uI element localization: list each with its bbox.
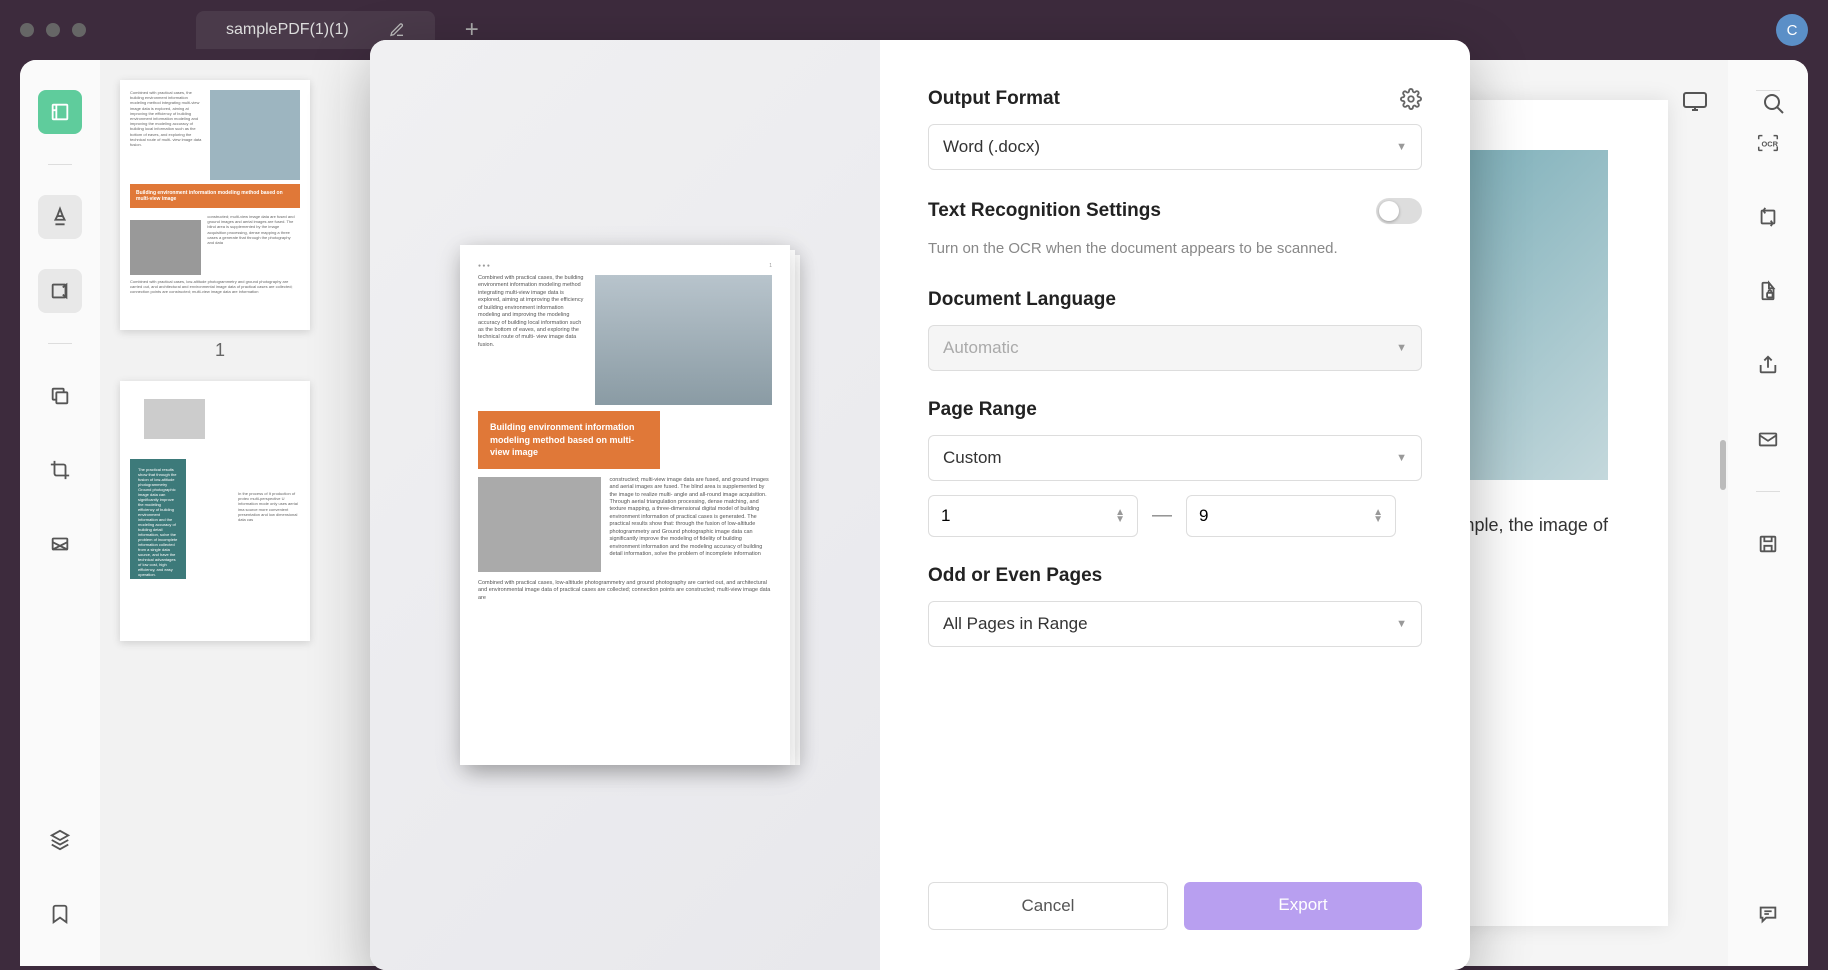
save-tool[interactable] bbox=[1746, 522, 1790, 566]
page-range-select[interactable]: Custom ▼ bbox=[928, 435, 1422, 481]
page-thumbnail[interactable]: The practical results show that through … bbox=[120, 381, 320, 641]
user-avatar[interactable]: C bbox=[1776, 14, 1808, 46]
mail-tool[interactable] bbox=[1746, 417, 1790, 461]
minimize-window-button[interactable] bbox=[46, 23, 60, 37]
comment-tool[interactable] bbox=[1746, 892, 1790, 936]
preview-heading: Building environment information modelin… bbox=[478, 411, 660, 469]
thumb-heading: Building environment information modelin… bbox=[130, 184, 300, 208]
page-from-input[interactable]: 1 ▲ ▼ bbox=[928, 495, 1138, 537]
svg-text:OCR: OCR bbox=[1762, 140, 1779, 149]
sign-tool[interactable] bbox=[38, 269, 82, 313]
chevron-down-icon: ▼ bbox=[1396, 342, 1407, 354]
output-format-label: Output Format bbox=[928, 88, 1060, 110]
thumbnails-tool[interactable] bbox=[38, 90, 82, 134]
bookmark-tool[interactable] bbox=[38, 892, 82, 936]
export-form: Output Format Word (.docx) ▼ Text Recogn… bbox=[880, 40, 1470, 970]
toolbar-separator bbox=[48, 343, 72, 344]
ocr-label: Text Recognition Settings bbox=[928, 200, 1161, 222]
share-tool[interactable] bbox=[1746, 343, 1790, 387]
copy-tool[interactable] bbox=[38, 374, 82, 418]
crop-tool[interactable] bbox=[38, 448, 82, 492]
thumbnails-panel: Combined with practical cases, the build… bbox=[100, 60, 340, 966]
select-value: Custom bbox=[943, 448, 1002, 468]
thumb-page-number: 1 bbox=[120, 340, 320, 361]
scrollbar[interactable] bbox=[1720, 440, 1726, 490]
preview-text: Combined with practical cases, low-altit… bbox=[478, 580, 772, 602]
toolbar-separator bbox=[48, 164, 72, 165]
toolbar-separator bbox=[1756, 491, 1780, 492]
export-preview: ● ● ●1 Combined with practical cases, th… bbox=[370, 40, 880, 970]
settings-icon[interactable] bbox=[1400, 88, 1422, 110]
page-from-value: 1 bbox=[941, 506, 950, 526]
odd-even-label: Odd or Even Pages bbox=[928, 565, 1422, 587]
chevron-down-icon: ▼ bbox=[1396, 618, 1407, 630]
select-value: All Pages in Range bbox=[943, 614, 1088, 634]
rotate-tool[interactable] bbox=[1746, 195, 1790, 239]
edit-icon[interactable] bbox=[389, 22, 405, 38]
chevron-down-icon: ▼ bbox=[1396, 452, 1407, 464]
fullscreen-window-button[interactable] bbox=[72, 23, 86, 37]
chevron-down-icon: ▼ bbox=[1396, 141, 1407, 153]
window-controls bbox=[20, 23, 86, 37]
presentation-icon[interactable] bbox=[1682, 90, 1708, 112]
lock-file-tool[interactable] bbox=[1746, 269, 1790, 313]
range-separator: — bbox=[1152, 504, 1172, 527]
ocr-tool[interactable]: OCR bbox=[1746, 121, 1790, 165]
redact-tool[interactable] bbox=[38, 522, 82, 566]
search-button[interactable] bbox=[1762, 92, 1786, 116]
right-toolbar: OCR bbox=[1728, 60, 1808, 966]
export-dialog: ● ● ●1 Combined with practical cases, th… bbox=[370, 40, 1470, 970]
document-language-label: Document Language bbox=[928, 289, 1422, 311]
top-toolbar-right bbox=[1682, 90, 1708, 112]
avatar-initial: C bbox=[1787, 22, 1798, 39]
preview-image bbox=[478, 477, 601, 572]
preview-image bbox=[595, 275, 772, 405]
page-to-input[interactable]: 9 ▲ ▼ bbox=[1186, 495, 1396, 537]
output-format-select[interactable]: Word (.docx) ▼ bbox=[928, 124, 1422, 170]
cancel-button[interactable]: Cancel bbox=[928, 882, 1168, 930]
left-toolbar bbox=[20, 60, 100, 966]
page-thumbnail[interactable]: Combined with practical cases, the build… bbox=[120, 80, 320, 361]
select-value: Word (.docx) bbox=[943, 137, 1040, 157]
step-down-icon[interactable]: ▼ bbox=[1373, 516, 1383, 523]
tab-title: samplePDF(1)(1) bbox=[226, 21, 349, 39]
preview-page: ● ● ●1 Combined with practical cases, th… bbox=[460, 245, 790, 765]
document-language-select: Automatic ▼ bbox=[928, 325, 1422, 371]
toolbar-separator bbox=[1756, 90, 1780, 91]
export-button[interactable]: Export bbox=[1184, 882, 1422, 930]
select-value: Automatic bbox=[943, 338, 1019, 358]
preview-text: Combined with practical cases, the build… bbox=[478, 275, 587, 405]
page-to-value: 9 bbox=[1199, 506, 1208, 526]
step-down-icon[interactable]: ▼ bbox=[1115, 516, 1125, 523]
layers-tool[interactable] bbox=[38, 818, 82, 862]
highlight-tool[interactable] bbox=[38, 195, 82, 239]
odd-even-select[interactable]: All Pages in Range ▼ bbox=[928, 601, 1422, 647]
page-range-label: Page Range bbox=[928, 399, 1422, 421]
ocr-hint: Turn on the OCR when the document appear… bbox=[928, 238, 1422, 261]
preview-text: constructed; multi-view image data are f… bbox=[609, 477, 771, 572]
ocr-toggle[interactable] bbox=[1376, 198, 1422, 224]
close-window-button[interactable] bbox=[20, 23, 34, 37]
